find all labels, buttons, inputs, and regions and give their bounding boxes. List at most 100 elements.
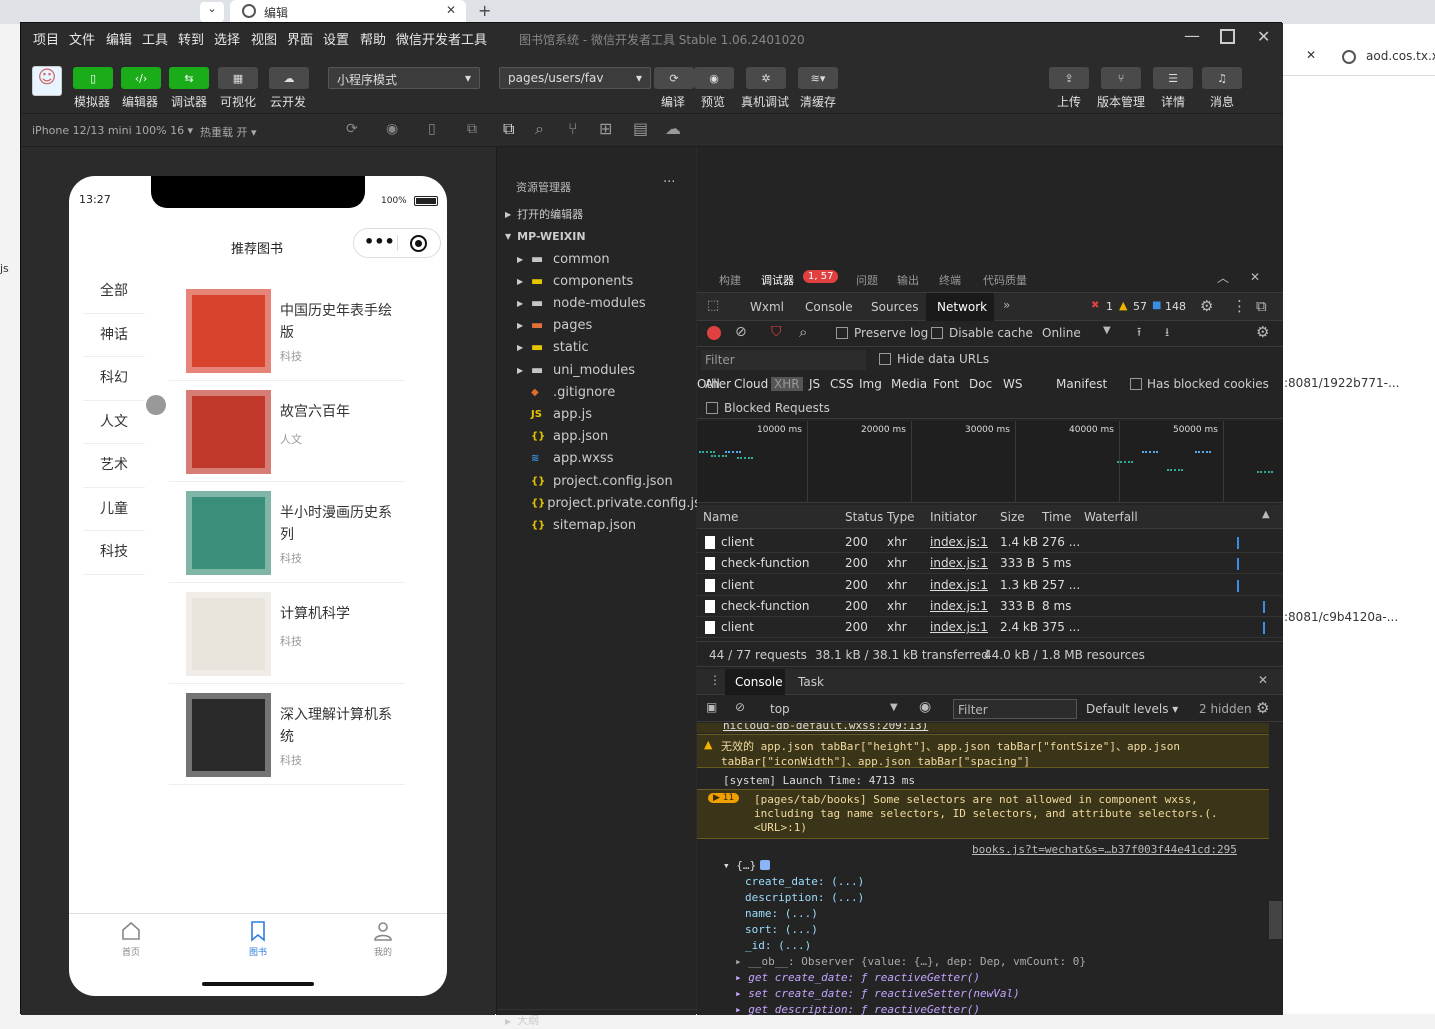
close-panel-icon[interactable]: ✕ — [1250, 270, 1260, 284]
object-toggle[interactable]: ▾ {…} — [723, 859, 756, 872]
category-item[interactable]: 艺术 — [83, 444, 145, 488]
eye-icon[interactable]: ◉ — [919, 699, 931, 715]
col-size[interactable]: Size — [1000, 510, 1025, 524]
editor-toggle-icon[interactable]: ‹/› — [121, 67, 161, 89]
table-row[interactable]: client 200 xhr index.js:1 1.3 kB 257 ... — [697, 575, 1283, 596]
source-link[interactable]: books.js?t=wechat&s=…b37f003f44e41cd:295 — [972, 843, 1237, 856]
tree-item[interactable]: ▶ ▬ static — [497, 337, 697, 359]
page-select[interactable]: pages/users/fav ▾ — [499, 67, 651, 89]
col-status[interactable]: Status — [845, 510, 883, 524]
tree-item[interactable]: ▶ ▬ pages — [497, 315, 697, 337]
more-tabs-icon[interactable]: » — [1003, 298, 1010, 312]
book-card[interactable]: 中国历史年表手绘版 科技 — [169, 280, 405, 381]
console-scrollbar[interactable] — [1269, 901, 1282, 939]
tree-item[interactable]: {} sitemap.json — [497, 514, 697, 536]
compile-icon[interactable]: ⟳ — [654, 67, 694, 89]
tab-console[interactable]: Console — [805, 300, 853, 314]
menu-select[interactable]: 选择 — [214, 29, 240, 48]
clear-console-icon[interactable]: ⊘ — [735, 700, 745, 714]
filter-icon[interactable]: ⛉ — [771, 324, 782, 340]
tab-home[interactable]: 首页 — [111, 920, 151, 958]
cell-initiator[interactable]: index.js:1 — [930, 620, 988, 634]
col-type[interactable]: Type — [887, 510, 915, 524]
category-item[interactable]: 人文 — [83, 401, 145, 444]
default-levels-select[interactable]: Default levels ▾ — [1086, 702, 1178, 716]
menu-project[interactable]: 项目 — [33, 29, 59, 48]
menu-edit[interactable]: 编辑 — [106, 29, 132, 48]
table-row[interactable]: client 200 xhr index.js:1 2.4 kB 375 ... — [697, 617, 1283, 639]
version-icon[interactable]: ⑂ — [1101, 67, 1141, 89]
inspect-icon[interactable]: ⬚ — [707, 298, 719, 313]
cell-initiator[interactable]: index.js:1 — [930, 535, 988, 549]
tab-build[interactable]: 构建 — [719, 272, 741, 288]
tab-code-quality[interactable]: 代码质量 — [983, 272, 1027, 288]
col-time[interactable]: Time — [1042, 510, 1071, 524]
mode-select[interactable]: 小程序模式 ▾ — [328, 67, 480, 89]
tab-books[interactable]: 图书 — [238, 920, 278, 958]
refresh-icon[interactable]: ⟳ — [346, 121, 358, 137]
files-icon[interactable]: ⧉ — [503, 119, 514, 139]
drawer-tab-task[interactable]: Task — [798, 675, 824, 689]
maximize-icon[interactable] — [1220, 29, 1235, 44]
menu-interface[interactable]: 界面 — [287, 29, 313, 48]
extensions-icon[interactable]: ⊞ — [599, 119, 612, 138]
tab-list-dropdown-button[interactable]: ⌄ — [200, 2, 224, 22]
cloud-icon[interactable]: ☁ — [665, 119, 681, 138]
close-miniprogram-icon[interactable] — [410, 235, 427, 252]
simulator-toggle-icon[interactable]: ▯ — [73, 67, 113, 89]
tree-item[interactable]: ▶ ▬ common — [497, 248, 697, 270]
blocked-cookies-checkbox[interactable] — [1130, 378, 1142, 390]
tree-item[interactable]: ≋ app.wxss — [497, 448, 697, 470]
gear-icon[interactable]: ⚙ — [1200, 297, 1213, 315]
menu-goto[interactable]: 转到 — [178, 29, 204, 48]
disable-cache-checkbox[interactable] — [931, 327, 943, 339]
dock-icon[interactable]: ⧉ — [1256, 297, 1267, 315]
category-item[interactable]: 科幻 — [83, 357, 145, 401]
collapse-up-icon[interactable]: ︿ — [1217, 269, 1229, 286]
tree-item[interactable]: {} project.private.config.js... — [497, 492, 697, 514]
root-folder[interactable]: ▼ MP-WEIXIN — [497, 225, 697, 247]
type-filter-font[interactable]: Font — [933, 377, 959, 391]
accessor-line[interactable]: ▸ get create_date: ƒ reactiveGetter() — [735, 971, 980, 984]
repeat-count-badge[interactable]: ▶ 11 — [708, 793, 740, 803]
open-editors-section[interactable]: ▶ 打开的编辑器 — [497, 203, 697, 225]
hide-data-urls-checkbox[interactable] — [879, 353, 891, 365]
hot-reload-select[interactable]: 热重载 开 ▾ — [200, 124, 257, 140]
type-filter-doc[interactable]: Doc — [969, 377, 992, 391]
menu-file[interactable]: 文件 — [69, 29, 95, 48]
close-tab-icon[interactable]: ✕ — [446, 3, 456, 17]
tree-item[interactable]: ▶ ▬ node-modules — [497, 292, 697, 314]
type-filter-media[interactable]: Media — [891, 377, 927, 391]
tree-item[interactable]: {} app.json — [497, 426, 697, 448]
type-filter-css[interactable]: CSS — [830, 377, 854, 391]
tab-terminal[interactable]: 终端 — [939, 272, 961, 288]
tab-network[interactable]: Network — [937, 300, 987, 314]
type-filter-xhr[interactable]: XHR — [771, 377, 803, 391]
type-filter-ws[interactable]: WS — [1003, 377, 1022, 391]
type-filter-cloud[interactable]: Cloud — [734, 377, 768, 391]
network-settings-icon[interactable]: ⚙ — [1256, 323, 1269, 341]
preserve-log-checkbox[interactable] — [836, 327, 848, 339]
tree-item[interactable]: ▶ ▬ components — [497, 270, 697, 292]
close-drawer-icon[interactable]: ✕ — [1258, 673, 1268, 687]
drawer-menu-icon[interactable]: ⋮ — [709, 673, 721, 687]
type-filter-manifest[interactable]: Manifest — [1056, 377, 1107, 391]
book-card[interactable]: 故宫六百年 人文 — [169, 381, 405, 482]
tab-mine[interactable]: 我的 — [363, 920, 403, 958]
avatar[interactable]: ☺ — [32, 66, 62, 96]
context-select[interactable]: top — [770, 702, 790, 716]
console-line-source[interactable]: nicloud-db-default.wxss:209:13) — [723, 723, 928, 732]
more-dots-icon[interactable]: ••• — [364, 232, 395, 251]
cloud-dev-icon[interactable]: ☁ — [269, 67, 309, 89]
blocked-requests-checkbox[interactable] — [706, 402, 718, 414]
clear-icon[interactable]: ⊘ — [735, 324, 747, 340]
category-item[interactable]: 科技 — [83, 531, 145, 575]
category-item[interactable]: 儿童 — [83, 488, 145, 531]
cell-initiator[interactable]: index.js:1 — [930, 599, 988, 613]
type-filter-js[interactable]: JS — [809, 377, 820, 391]
popout-icon[interactable]: ⧉ — [467, 121, 477, 137]
record-icon[interactable] — [707, 326, 721, 340]
tab-output[interactable]: 输出 — [897, 272, 919, 288]
menu-tools[interactable]: 工具 — [142, 29, 168, 48]
bell-icon[interactable]: ♫ — [1202, 67, 1242, 89]
